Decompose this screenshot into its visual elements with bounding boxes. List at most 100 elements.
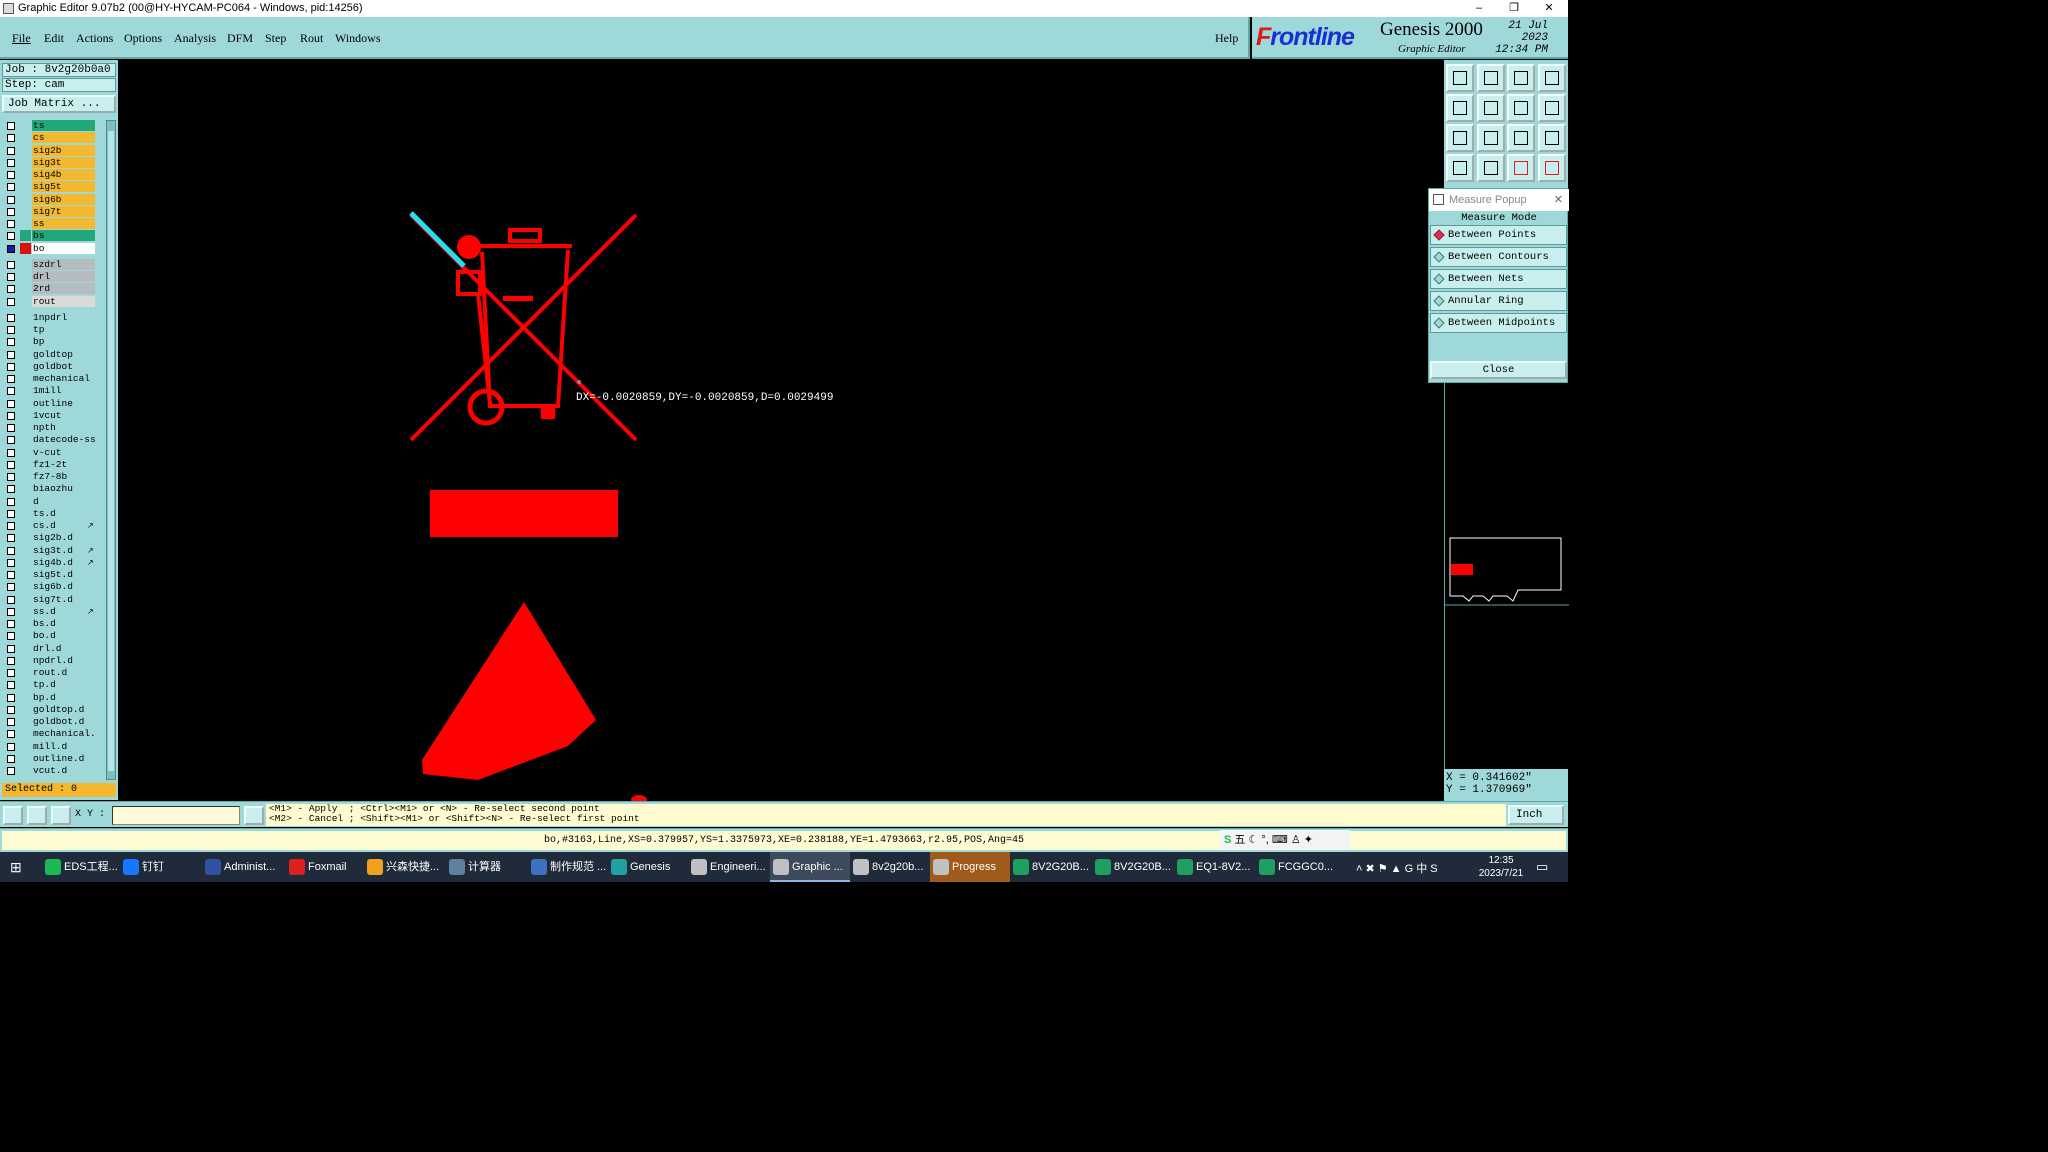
layer-row-rout.d[interactable]: rout.d [2, 667, 96, 679]
layer-checkbox[interactable] [7, 146, 15, 155]
layer-checkbox[interactable] [7, 644, 15, 653]
menu-rout[interactable]: Rout [300, 31, 323, 46]
layer-name[interactable]: drl.d [32, 642, 95, 654]
layer-row-ts[interactable]: ts [2, 120, 96, 132]
notification-icon[interactable]: ▭ [1536, 859, 1548, 875]
layer-checkbox[interactable] [7, 326, 15, 334]
units-selector[interactable]: Inch [1508, 805, 1564, 825]
layer-checkbox[interactable] [7, 362, 15, 371]
window-title-bar[interactable]: Graphic Editor 9.07b2 (00@HY-HYCAM-PC064… [0, 0, 1568, 17]
settings-icon[interactable] [1446, 154, 1474, 182]
layer-name[interactable]: vcut.d [32, 765, 95, 776]
layer-row-bp[interactable]: bp [2, 336, 96, 348]
layer-checkbox[interactable] [7, 705, 15, 714]
layer-row-vcut.d[interactable]: vcut.d [2, 765, 96, 777]
layer-row-1mill[interactable]: 1mill [2, 385, 96, 397]
info-icon[interactable] [244, 806, 264, 825]
taskbar-item[interactable]: EQ1-8V2... [1174, 852, 1256, 882]
layer-row-datecode-ss[interactable]: datecode-ss [2, 434, 96, 446]
layer-name[interactable]: goldtop.d [32, 703, 95, 715]
layer-row-ss[interactable]: ss [2, 218, 96, 230]
layer-checkbox[interactable] [7, 767, 15, 775]
layer-name[interactable]: cs [32, 132, 95, 144]
taskbar-item[interactable]: 计算器 [446, 852, 528, 882]
popup-close-icon[interactable]: ✕ [1554, 189, 1563, 211]
layer-name[interactable]: goldtop [32, 348, 95, 360]
layer-name[interactable]: biaozhu [32, 483, 95, 495]
layer-checkbox[interactable] [7, 297, 15, 306]
job-matrix-button[interactable]: Job Matrix ... [2, 95, 116, 113]
layer-checkbox[interactable] [7, 473, 15, 481]
select-icon[interactable] [27, 806, 47, 825]
taskbar-clock[interactable]: 12:35 2023/7/21 [1476, 852, 1526, 882]
taskbar-item[interactable]: 兴森快捷... [364, 852, 446, 882]
layer-name[interactable]: sig2b [32, 144, 95, 156]
layer-row-ts.d[interactable]: ts.d [2, 507, 96, 520]
layer-name[interactable]: goldbot [32, 360, 95, 372]
layer-row-bs[interactable]: bs [2, 230, 96, 242]
layer-row-rout[interactable]: rout [2, 295, 96, 308]
layer-checkbox[interactable] [7, 558, 15, 567]
windows-start-icon[interactable]: ⊞ [10, 859, 22, 876]
layer-row-cs.d[interactable]: cs.d ↗ [2, 520, 96, 532]
taskbar-item[interactable]: Progress [930, 852, 1010, 882]
layer-row-goldtop[interactable]: goldtop [2, 348, 96, 361]
layer-checkbox[interactable] [7, 656, 15, 665]
layer-checkbox[interactable] [7, 260, 15, 269]
taskbar-item[interactable]: 8V2G20B... [1010, 852, 1092, 882]
layer-checkbox[interactable] [7, 285, 15, 294]
layer-name[interactable]: 1mill [32, 385, 95, 397]
layer-row-goldtop.d[interactable]: goldtop.d [2, 703, 96, 716]
layer-checkbox[interactable] [7, 424, 15, 432]
layer-name[interactable]: d [32, 495, 95, 507]
taskbar-item[interactable]: Engineeri... [688, 852, 770, 882]
layer-name[interactable]: sig7t [32, 205, 95, 217]
layer-name[interactable]: drl [32, 271, 95, 282]
menu-actions[interactable]: Actions [76, 31, 113, 46]
layer-name[interactable]: tp [32, 324, 95, 335]
layer-row-2rd[interactable]: 2rd [2, 283, 96, 295]
layer-row-goldbot.d[interactable]: goldbot.d [2, 716, 96, 728]
layer-name[interactable]: npdrl.d [32, 654, 95, 666]
layer-name[interactable]: v-cut [32, 446, 95, 458]
popup-header[interactable]: Measure Popup ✕ [1429, 189, 1569, 211]
layer-checkbox[interactable] [7, 485, 15, 494]
layer-row-ss.d[interactable]: ss.d ↗ [2, 605, 96, 618]
layer-name[interactable]: ts.d [32, 507, 95, 519]
layer-row-1npdrl[interactable]: 1npdrl [2, 311, 96, 324]
layer-checkbox[interactable] [7, 607, 15, 616]
save-icon[interactable] [1477, 64, 1505, 92]
layer-checkbox[interactable] [7, 375, 15, 383]
layer-checkbox[interactable] [7, 522, 15, 530]
layer-checkbox[interactable] [7, 571, 15, 579]
layer-row-mechanical.d[interactable]: mechanical.d [2, 728, 96, 740]
layer-checkbox[interactable] [7, 220, 15, 228]
option-annular-ring[interactable]: Annular Ring [1430, 291, 1567, 311]
layer-checkbox[interactable] [7, 583, 15, 592]
layer-name[interactable]: bs [32, 230, 95, 242]
layer-row-sig6b.d[interactable]: sig6b.d [2, 581, 96, 593]
layer-name[interactable]: tp.d [32, 679, 95, 691]
menu-dfm[interactable]: DFM [227, 31, 253, 46]
zoom-next-icon[interactable] [1477, 94, 1505, 122]
layer-name[interactable]: ss [32, 218, 95, 229]
taskbar-item[interactable]: Administ... [202, 852, 286, 882]
menu-step[interactable]: Step [265, 31, 286, 46]
layer-row-npth[interactable]: npth [2, 422, 96, 434]
layer-name[interactable]: 2rd [32, 283, 95, 295]
layer-name[interactable]: outline [32, 397, 95, 409]
help-icon[interactable] [1538, 124, 1566, 152]
layer-row-d[interactable]: d [2, 495, 96, 508]
layer-checkbox[interactable] [7, 742, 15, 751]
layer-row-goldbot[interactable]: goldbot [2, 360, 96, 373]
layer-checkbox[interactable] [7, 207, 15, 216]
scrollbar-thumb[interactable] [108, 131, 114, 771]
layer-checkbox[interactable] [7, 534, 15, 543]
overview-map[interactable] [1444, 383, 1569, 769]
layer-row-fz7-8b[interactable]: fz7-8b [2, 471, 96, 483]
option-between-nets[interactable]: Between Nets [1430, 269, 1567, 289]
taskbar-item[interactable]: 钉钉 [120, 852, 202, 882]
layer-name[interactable]: bo.d [32, 630, 95, 642]
layer-name[interactable]: sig4b.d [32, 556, 95, 568]
layer-checkbox[interactable] [7, 497, 15, 506]
